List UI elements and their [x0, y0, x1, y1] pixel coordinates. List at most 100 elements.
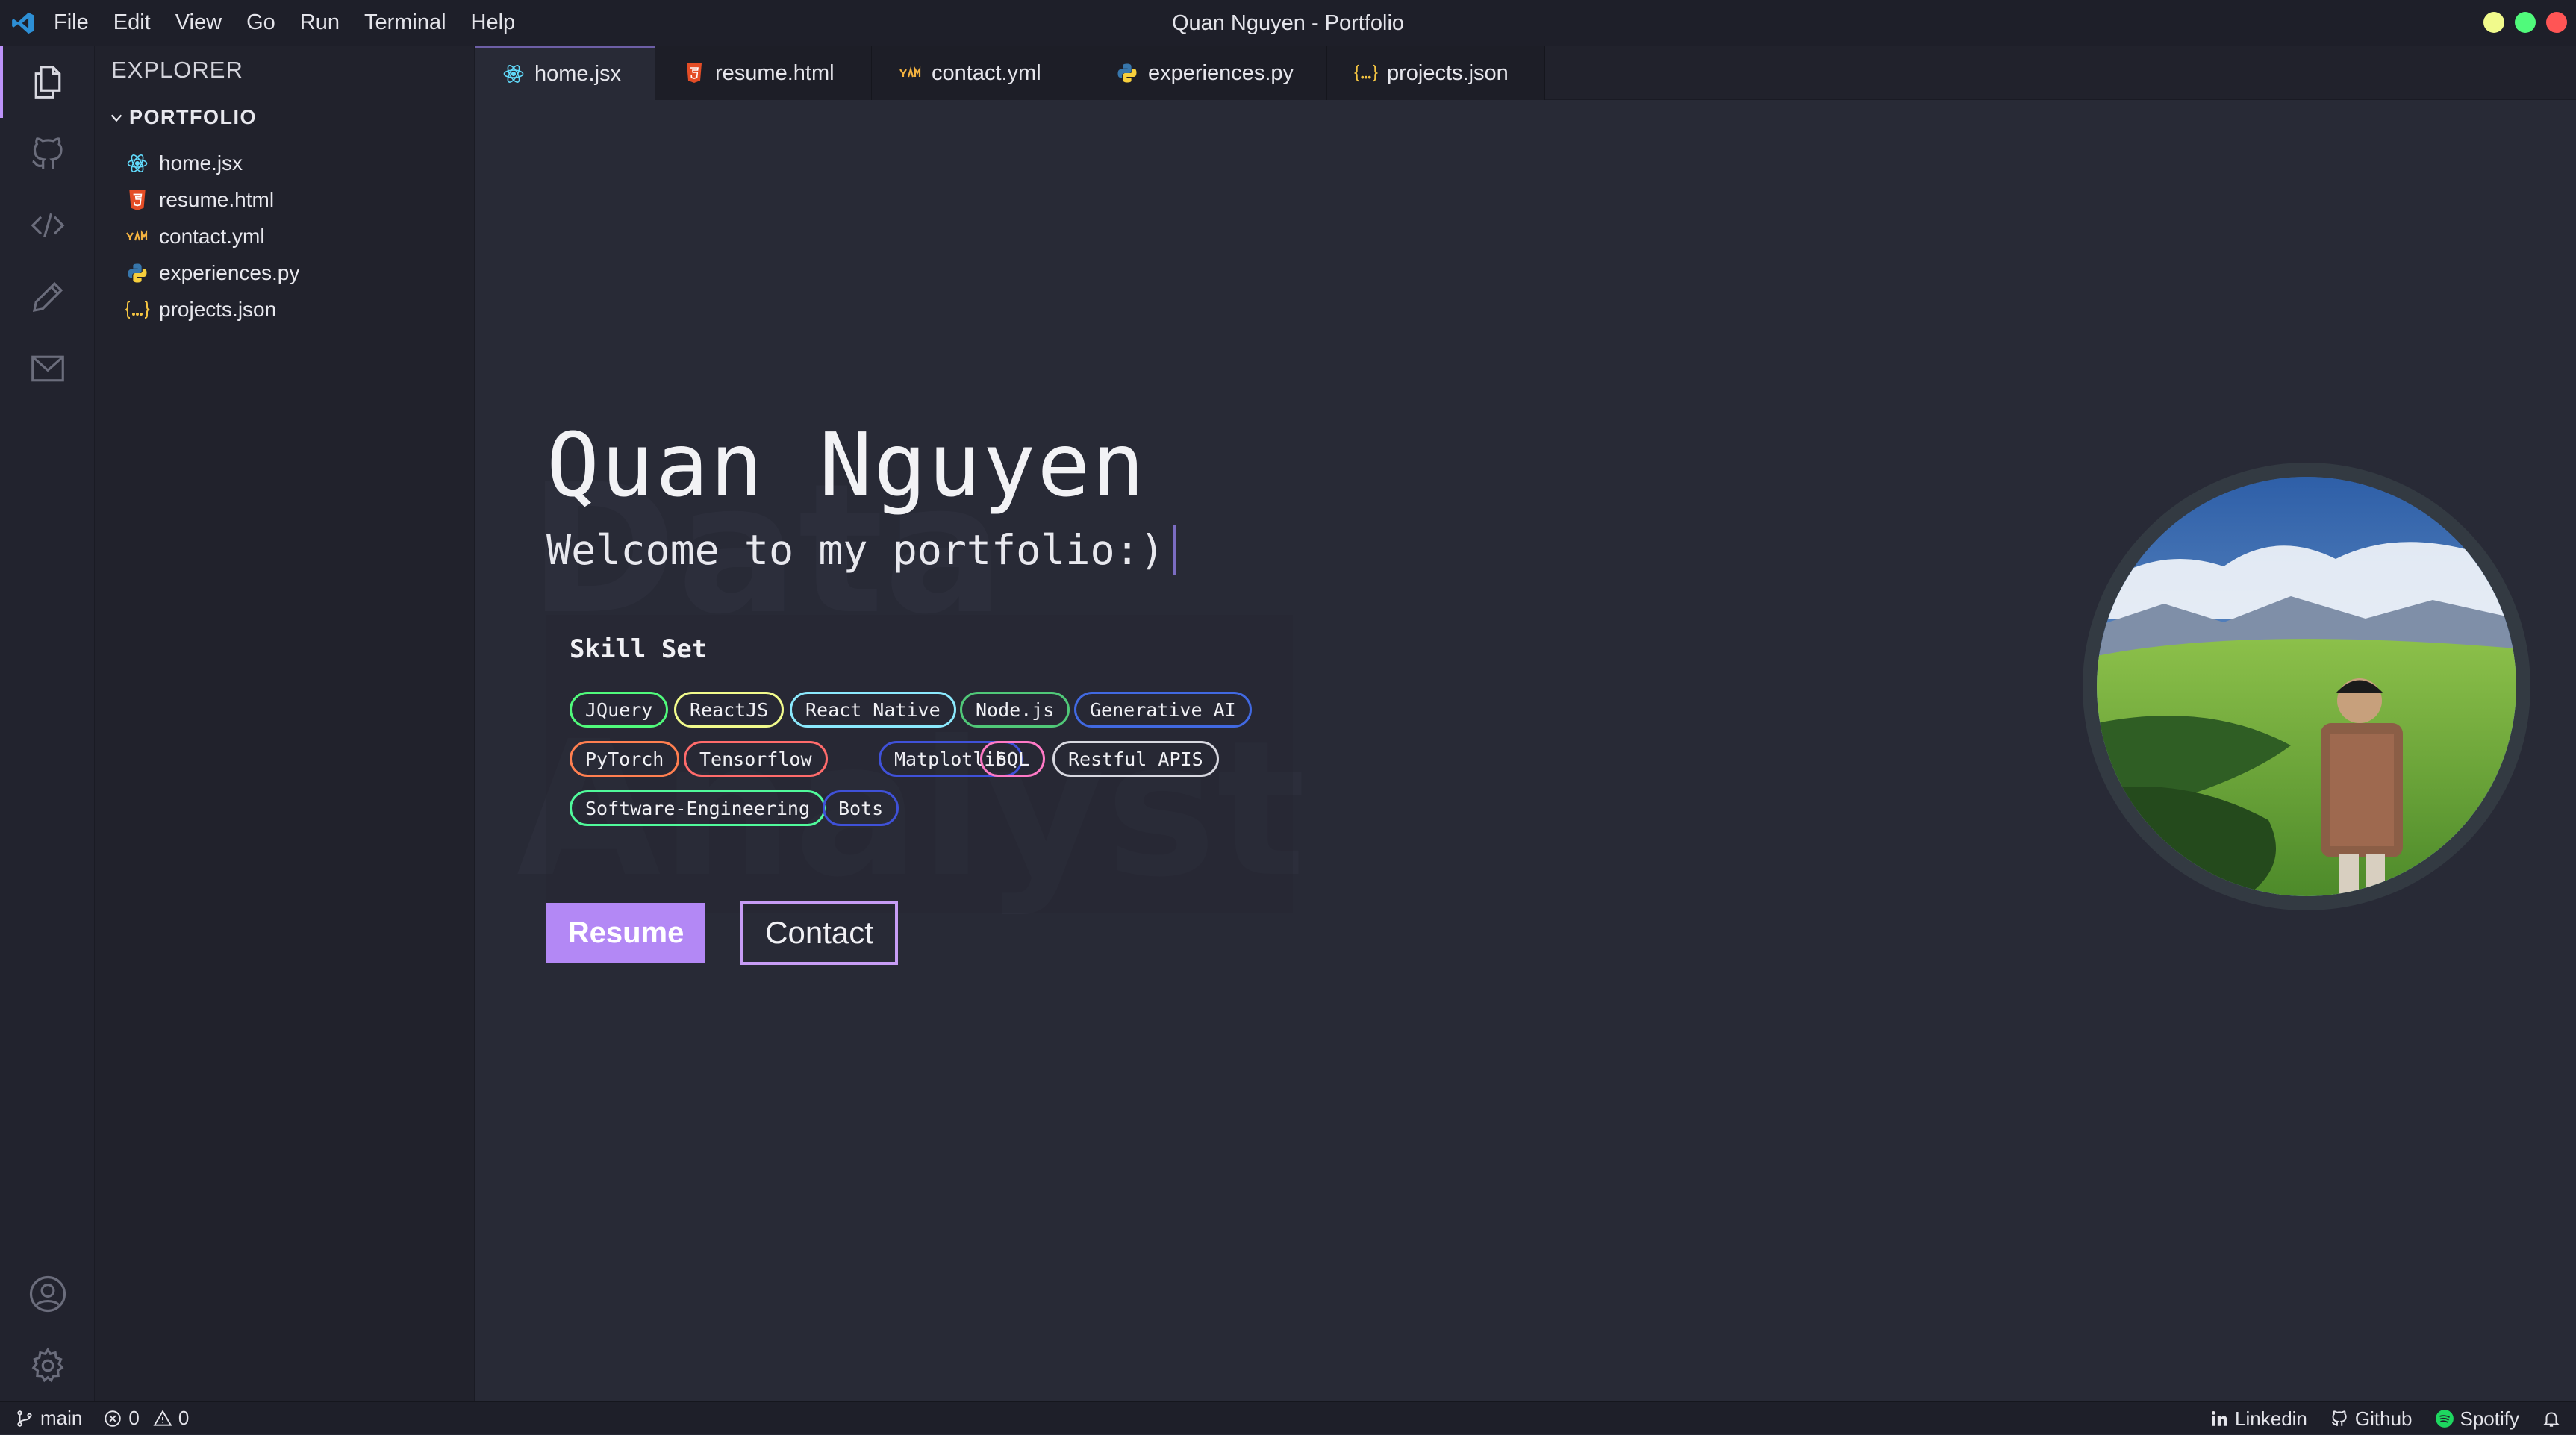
github-icon [31, 137, 63, 169]
linkedin-link[interactable]: Linkedin [2209, 1407, 2307, 1431]
menu-terminal[interactable]: Terminal [364, 10, 446, 35]
tab-experiences-py[interactable]: experiences.py [1088, 46, 1327, 100]
folder-portfolio[interactable]: PORTFOLIO [108, 106, 257, 129]
status-bar: main 0 0 Linkedin Github Spotify [0, 1401, 2576, 1434]
python-icon [125, 260, 150, 286]
code-activity[interactable] [0, 190, 95, 261]
menu-run[interactable]: Run [300, 10, 340, 35]
file-contact-yml[interactable]: contact.yml [119, 218, 299, 254]
explorer-title: EXPLORER [111, 57, 243, 83]
json-icon [1354, 61, 1378, 85]
active-indicator [0, 46, 3, 118]
branch-label: main [40, 1407, 83, 1429]
tab-resume-html[interactable]: resume.html [655, 46, 872, 100]
menu-file[interactable]: File [54, 10, 89, 35]
hero-name: Quan Nguyen [546, 413, 1147, 516]
file-experiences-py[interactable]: experiences.py [119, 254, 299, 291]
mail-activity[interactable] [0, 333, 95, 404]
code-icon [31, 213, 64, 238]
window-controls [2483, 12, 2567, 33]
contact-button[interactable]: Contact [740, 901, 898, 965]
tab-label: contact.yml [932, 60, 1041, 85]
github-icon [2331, 1410, 2347, 1426]
file-label: projects.json [159, 297, 277, 321]
skill-set-title: Skill Set [570, 634, 708, 664]
minimize-button[interactable] [2483, 12, 2504, 33]
skill-chip: SQL [980, 741, 1046, 777]
linkedin-label: Linkedin [2235, 1407, 2307, 1430]
edit-activity[interactable] [0, 261, 95, 333]
mail-icon [31, 355, 64, 382]
warning-count: 0 [178, 1407, 190, 1429]
file-resume-html[interactable]: resume.html [119, 181, 299, 218]
file-projects-json[interactable]: projects.json [119, 291, 299, 328]
gear-icon [31, 1347, 63, 1383]
skill-chip: Generative AI [1074, 692, 1252, 728]
git-branch-icon [17, 1410, 32, 1427]
github-activity[interactable] [0, 118, 95, 190]
yaml-icon [125, 224, 150, 249]
linkedin-icon [2212, 1411, 2227, 1426]
react-icon [125, 151, 150, 176]
menu-go[interactable]: Go [246, 10, 275, 35]
file-label: home.jsx [159, 151, 243, 175]
close-button[interactable] [2546, 12, 2567, 33]
avatar [2083, 463, 2530, 910]
folder-label: PORTFOLIO [129, 106, 257, 128]
github-link[interactable]: Github [2330, 1407, 2413, 1431]
spotify-label: Spotify [2460, 1407, 2520, 1430]
tab-label: home.jsx [534, 61, 622, 86]
notifications-button[interactable] [2542, 1409, 2561, 1428]
html5-icon [125, 187, 150, 213]
skill-chip: ReactJS [674, 692, 785, 728]
pencil-icon [32, 281, 63, 313]
skill-chip: Software-Engineering [570, 790, 826, 826]
editor-tabs: home.jsx resume.html contact.yml experie… [475, 46, 2576, 100]
activity-bar [0, 46, 95, 1401]
file-label: resume.html [159, 187, 275, 211]
chevron-down-icon [110, 114, 122, 122]
tab-contact-yml[interactable]: contact.yml [872, 46, 1088, 100]
skill-chip: Bots [823, 790, 899, 826]
bell-icon [2542, 1412, 2560, 1427]
account-icon [29, 1275, 66, 1313]
menu-help[interactable]: Help [471, 10, 516, 35]
spotify-icon [2435, 1410, 2454, 1428]
file-list: home.jsx resume.html contact.yml experie… [119, 145, 299, 328]
settings-activity[interactable] [0, 1330, 95, 1401]
problems-indicator[interactable]: 0 0 [103, 1407, 189, 1430]
tab-label: resume.html [715, 60, 835, 85]
resume-button[interactable]: Resume [546, 903, 705, 963]
status-left: main 0 0 [15, 1407, 189, 1430]
file-label: contact.yml [159, 224, 265, 248]
menu-edit[interactable]: Edit [113, 10, 151, 35]
error-icon [105, 1410, 122, 1427]
spotify-link[interactable]: Spotify [2435, 1407, 2520, 1431]
yaml-icon [899, 61, 923, 85]
title-bar: File Edit View Go Run Terminal Help Quan… [0, 0, 2576, 46]
tab-projects-json[interactable]: projects.json [1327, 46, 1545, 100]
html5-icon [682, 61, 706, 85]
file-home-jsx[interactable]: home.jsx [119, 145, 299, 181]
warning-icon [153, 1409, 172, 1426]
tab-label: projects.json [1387, 60, 1509, 85]
github-label: Github [2354, 1407, 2413, 1430]
welcome-text: Welcome to my portfolio:) [546, 525, 1176, 575]
menu-view[interactable]: View [175, 10, 222, 35]
files-icon [34, 66, 60, 99]
skill-chip: JQuery [570, 692, 669, 728]
tab-label: experiences.py [1148, 60, 1294, 85]
maximize-button[interactable] [2515, 12, 2536, 33]
branch-indicator[interactable]: main [15, 1407, 82, 1430]
account-activity[interactable] [0, 1258, 95, 1330]
tab-home-jsx[interactable]: home.jsx [475, 46, 655, 100]
skill-chip: Tensorflow [684, 741, 828, 777]
explorer-activity[interactable] [0, 46, 95, 118]
python-icon [1115, 61, 1139, 85]
skill-chip: React Native [790, 692, 956, 728]
editor-area: Data Analyst Quan Nguyen Welcome to my p… [475, 100, 2576, 1401]
status-right: Linkedin Github Spotify [2209, 1402, 2561, 1435]
skill-chip: Restful APIS [1052, 741, 1219, 777]
react-icon [502, 62, 526, 86]
file-label: experiences.py [159, 260, 300, 284]
